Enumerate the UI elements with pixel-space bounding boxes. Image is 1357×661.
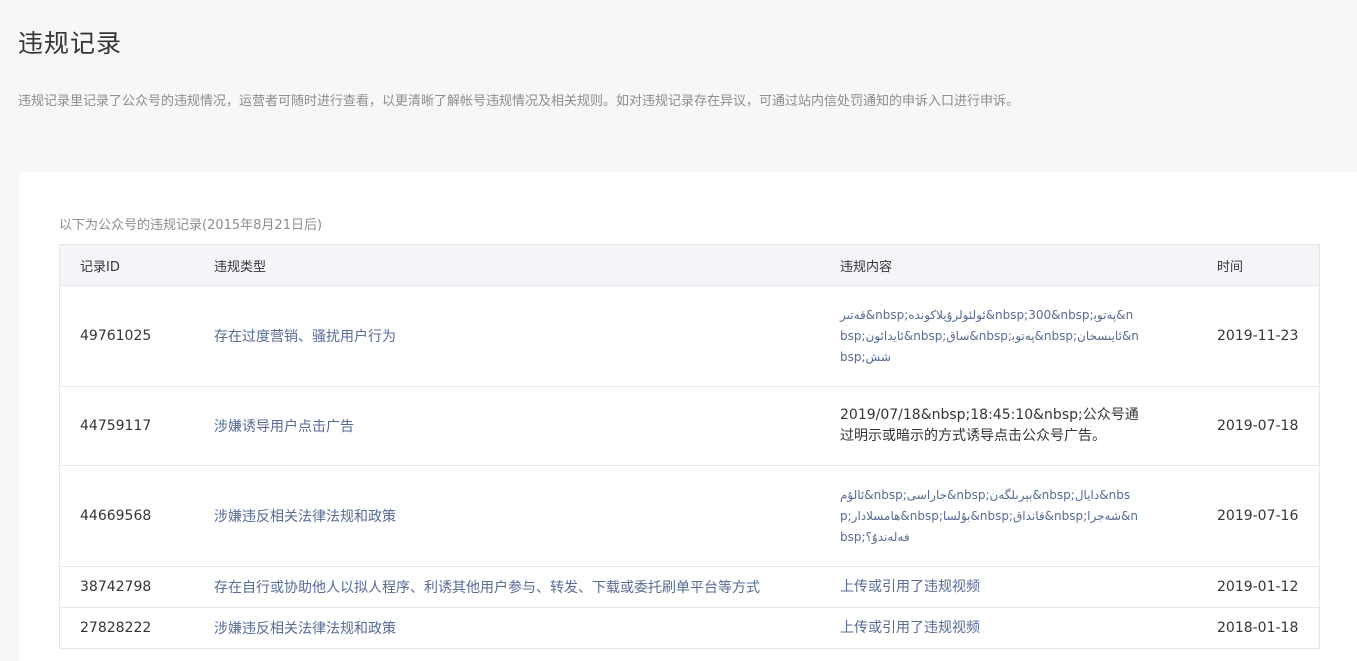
record-content: 2019/07/18&nbsp;18:45:10&nbsp;公众号通过明示或暗示…: [840, 407, 1139, 444]
record-content: ﻗﻪﺗﯩﺮ&nbsp;ﺋﻮﻟﺌﻮﻟﺮﯗﻳﻼﻛﻮﻧﺪﻩ&nbsp;300&nbsp…: [840, 307, 1139, 364]
record-time: 2019-07-16: [1217, 465, 1320, 567]
record-type: 涉嫌违反相关法律法规和政策: [214, 465, 840, 567]
record-type: 存在自行或协助他人以拟人程序、利诱其他用户参与、转发、下载或委托刷单平台等方式: [214, 566, 840, 608]
column-header-content: 违规内容: [840, 244, 1217, 286]
column-header-id: 记录ID: [59, 244, 214, 286]
column-header-type: 违规类型: [214, 244, 840, 286]
record-id: 44669568: [59, 465, 214, 567]
record-id: 49761025: [59, 285, 214, 387]
record-time: 2019-07-18: [1217, 386, 1320, 466]
table-row: 44759117 涉嫌诱导用户点击广告 2019/07/18&nbsp;18:4…: [59, 386, 1320, 466]
records-card: 以下为公众号的违规记录(2015年8月21日后) 记录ID 违规类型 违规内容 …: [19, 172, 1357, 661]
record-time: 2019-01-12: [1217, 566, 1320, 608]
record-time: 2019-11-23: [1217, 285, 1320, 387]
column-header-time: 时间: [1217, 244, 1320, 286]
record-content-cell: ﻗﻪﺗﯩﺮ&nbsp;ﺋﻮﻟﺌﻮﻟﺮﯗﻳﻼﻛﻮﻧﺪﻩ&nbsp;300&nbsp…: [840, 285, 1217, 387]
record-content: ﺋﺎﻟﯘﻡ&nbsp;ﺟﺎﺭﺍﺳﻰ&nbsp;ﺑﯧﺮﯨﻠﮕﻪﻥ&nbsp;ﺩﺍﻳ…: [840, 487, 1139, 544]
record-content-cell: 上传或引用了违规视频: [840, 607, 1217, 649]
record-time: 2018-01-18: [1217, 607, 1320, 649]
records-caption: 以下为公众号的违规记录(2015年8月21日后): [59, 218, 323, 233]
record-content: 上传或引用了违规视频: [840, 619, 980, 636]
record-content-cell: 上传或引用了违规视频: [840, 566, 1217, 608]
table-row: 38742798 存在自行或协助他人以拟人程序、利诱其他用户参与、转发、下载或委…: [59, 566, 1320, 608]
record-content-cell: 2019/07/18&nbsp;18:45:10&nbsp;公众号通过明示或暗示…: [840, 386, 1217, 466]
violation-records-table: 记录ID 违规类型 违规内容 时间 49761025 存在过度营销、骚扰用户行为…: [59, 244, 1320, 649]
record-id: 38742798: [59, 566, 214, 608]
record-type: 涉嫌违反相关法律法规和政策: [214, 607, 840, 649]
record-content-cell: ﺋﺎﻟﯘﻡ&nbsp;ﺟﺎﺭﺍﺳﻰ&nbsp;ﺑﯧﺮﯨﻠﮕﻪﻥ&nbsp;ﺩﺍﻳ…: [840, 465, 1217, 567]
table-row: 27828222 涉嫌违反相关法律法规和政策 上传或引用了违规视频 2018-0…: [59, 607, 1320, 649]
page-title: 违规记录: [18, 29, 123, 58]
record-type: 存在过度营销、骚扰用户行为: [214, 285, 840, 387]
page-description: 违规记录里记录了公众号的违规情况，运营者可随时进行查看，以更清晰了解帐号违规情况…: [18, 94, 1020, 109]
table-row: 44669568 涉嫌违反相关法律法规和政策 ﺋﺎﻟﯘﻡ&nbsp;ﺟﺎﺭﺍﺳﻰ…: [59, 465, 1320, 567]
table-row: 49761025 存在过度营销、骚扰用户行为 ﻗﻪﺗﯩﺮ&nbsp;ﺋﻮﻟﺌﻮﻟ…: [59, 285, 1320, 387]
table-header-row: 记录ID 违规类型 违规内容 时间: [59, 244, 1320, 286]
record-type: 涉嫌诱导用户点击广告: [214, 386, 840, 466]
record-id: 44759117: [59, 386, 214, 466]
record-id: 27828222: [59, 607, 214, 649]
record-content: 上传或引用了违规视频: [840, 578, 980, 595]
